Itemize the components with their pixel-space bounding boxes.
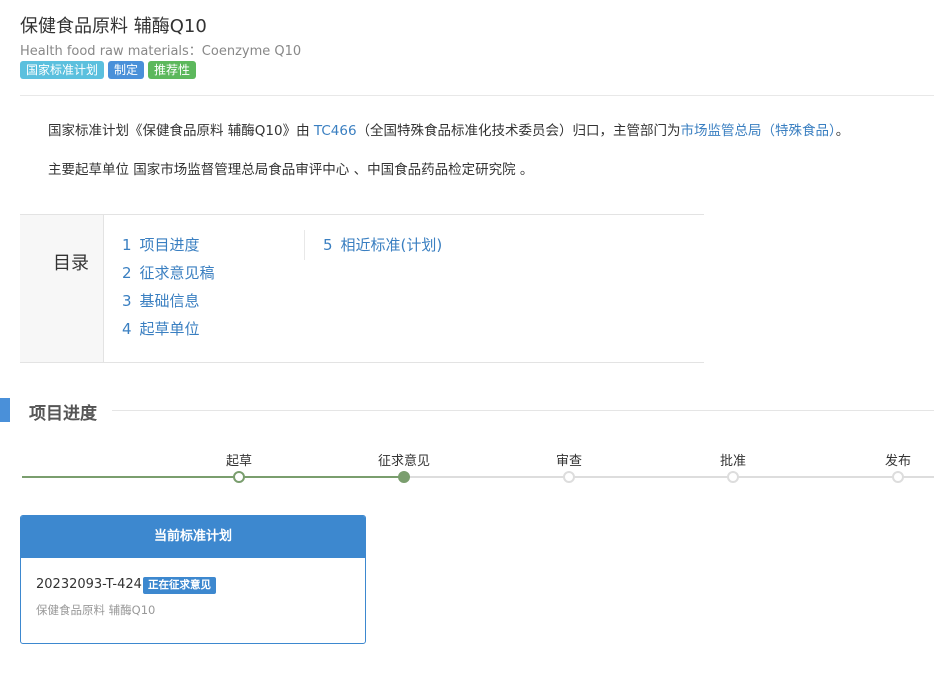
- timeline-label-review: 审查: [555, 454, 583, 469]
- toc-item-similar-standards[interactable]: 5 相近标准(计划): [323, 234, 442, 255]
- description-suffix: 。: [835, 123, 850, 139]
- description-prefix: 国家标准计划《保健食品原料 辅酶Q10》由: [48, 123, 314, 139]
- toc-item-label: 项目进度: [139, 236, 200, 254]
- toc-item-number: 4: [122, 320, 132, 338]
- toc-item-label: 基础信息: [139, 292, 200, 310]
- timeline-dot-review: [563, 471, 575, 483]
- header-divider: [20, 95, 934, 96]
- description-line-1: 国家标准计划《保健食品原料 辅酶Q10》由 TC466（全国特殊食品标准化技术委…: [48, 119, 849, 139]
- toc-title: 目录: [53, 253, 89, 274]
- card-header: 当前标准计划: [21, 516, 365, 558]
- toc-item-number: 5: [323, 236, 333, 254]
- plan-code: 20232093-T-424: [36, 577, 142, 592]
- toc-item-draft[interactable]: 2 征求意见稿: [122, 262, 215, 283]
- toc-item-basic-info[interactable]: 3 基础信息: [122, 290, 200, 311]
- toc-column-divider: [304, 230, 305, 260]
- page-title: 保健食品原料 辅酶Q10: [20, 16, 207, 37]
- timeline-dot-consultation: [398, 471, 410, 483]
- timeline-label-publish: 发布: [884, 454, 912, 469]
- plan-name: 保健食品原料 辅酶Q10: [36, 603, 156, 617]
- timeline-dot-approval: [727, 471, 739, 483]
- badge-plan-type: 国家标准计划: [20, 61, 105, 79]
- timeline-track-pending: [404, 476, 934, 478]
- toc-item-label: 起草单位: [139, 320, 200, 338]
- toc-item-progress[interactable]: 1 项目进度: [122, 234, 200, 255]
- timeline-track-done: [22, 476, 404, 478]
- timeline-dot-drafting: [233, 471, 245, 483]
- description-middle: （全国特殊食品标准化技术委员会）归口，主管部门为: [356, 123, 681, 139]
- badge-nature: 推荐性: [148, 61, 197, 79]
- toc-item-label: 征求意见稿: [139, 264, 215, 282]
- toc-item-drafting-units[interactable]: 4 起草单位: [122, 318, 200, 339]
- current-plan-card[interactable]: 当前标准计划 20232093-T-424 正在征求意见 保健食品原料 辅酶Q1…: [20, 515, 366, 644]
- tc-link[interactable]: TC466: [314, 123, 357, 139]
- toc-item-number: 1: [122, 236, 132, 254]
- timeline-label-drafting: 起草: [225, 454, 253, 469]
- timeline-label-approval: 批准: [719, 454, 747, 469]
- badge-group: 国家标准计划 制定 推荐性: [20, 61, 197, 79]
- table-of-contents: 目录 1 项目进度 2 征求意见稿 3 基础信息 4 起草单位 5 相近标准(计划): [20, 214, 704, 363]
- section-marker: [0, 398, 10, 422]
- toc-item-number: 2: [122, 264, 132, 282]
- badge-action: 制定: [108, 61, 145, 79]
- status-badge: 正在征求意见: [143, 577, 216, 594]
- timeline-label-consultation: 征求意见: [377, 454, 431, 469]
- toc-item-number: 3: [122, 292, 132, 310]
- toc-sidebar: 目录: [20, 215, 104, 362]
- section-title-progress: 项目进度: [29, 404, 97, 424]
- page-subtitle: Health food raw materials：Coenzyme Q10: [20, 44, 302, 59]
- toc-item-label: 相近标准(计划): [340, 236, 443, 254]
- section-divider: [112, 410, 934, 411]
- timeline-dot-publish: [892, 471, 904, 483]
- description-line-2: 主要起草单位 国家市场监督管理总局食品审评中心 、中国食品药品检定研究院 。: [48, 162, 534, 178]
- department-link[interactable]: 市场监管总局（特殊食品）: [681, 123, 836, 139]
